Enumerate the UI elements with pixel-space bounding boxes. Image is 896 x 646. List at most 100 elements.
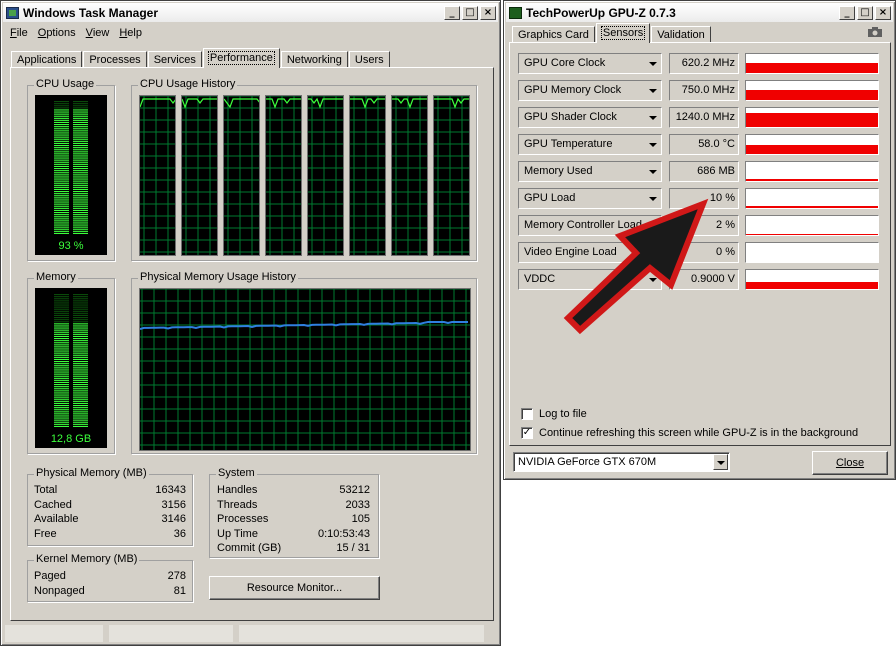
gpu-select-dropdown-button[interactable] — [713, 454, 728, 470]
log-to-file-checkbox[interactable] — [521, 408, 533, 420]
sensor-value: 58.0 °C — [669, 134, 739, 155]
sensor-name-dropdown[interactable]: Memory Used — [518, 161, 662, 182]
tab-networking[interactable]: Networking — [280, 51, 348, 68]
cpu-history-label: CPU Usage History — [138, 78, 238, 90]
sensor-name-dropdown[interactable]: Video Engine Load — [518, 242, 662, 263]
minimize-button[interactable]: _ — [444, 5, 460, 20]
status-field-memory — [239, 625, 484, 642]
sensor-value: 1240.0 MHz — [669, 107, 739, 128]
kernel-memory-label: Kernel Memory (MB) — [34, 553, 140, 565]
sensor-name-dropdown[interactable]: GPU Core Clock — [518, 53, 662, 74]
tab-sensors[interactable]: Sensors — [595, 23, 651, 43]
gpuz-maximize-button[interactable]: □ — [857, 5, 873, 20]
tab-validation[interactable]: Validation — [651, 26, 711, 43]
sensor-value: 620.2 MHz — [669, 53, 739, 74]
chevron-down-icon — [717, 461, 725, 465]
sensor-graph — [745, 242, 879, 263]
cpu-core-graph — [181, 95, 219, 257]
resource-monitor-button[interactable]: Resource Monitor... — [209, 576, 380, 600]
continue-refresh-label: Continue refreshing this screen while GP… — [539, 427, 859, 439]
sensor-value: 0 % — [669, 242, 739, 263]
cpu-usage-meter: 93 % — [35, 95, 107, 255]
gpu-select[interactable]: NVIDIA GeForce GTX 670M — [513, 452, 730, 472]
camera-icon[interactable] — [867, 26, 883, 37]
cpu-core-graph — [265, 95, 303, 257]
sensor-value: 0.9000 V — [669, 269, 739, 290]
close-app-button[interactable]: Close — [812, 451, 888, 475]
sensor-name-dropdown[interactable]: GPU Load — [518, 188, 662, 209]
physical-memory-label: Physical Memory (MB) — [34, 467, 149, 479]
sensor-graph-fill — [746, 90, 878, 100]
sensor-name: Memory Controller Load — [524, 219, 642, 231]
menu-help[interactable]: Help — [114, 25, 147, 42]
tab-performance[interactable]: Performance — [202, 48, 280, 68]
task-manager-titlebar[interactable]: Windows Task Manager _ □ × — [3, 3, 498, 22]
menu-file[interactable]: File — [5, 25, 33, 42]
chevron-down-icon — [649, 116, 657, 120]
stat-free: Free 36 — [34, 528, 186, 540]
cpu-core-graph — [433, 95, 471, 257]
sensor-value: 686 MB — [669, 161, 739, 182]
menu-options[interactable]: Options — [33, 25, 81, 42]
sensor-graph-fill — [746, 282, 878, 289]
continue-refresh-checkbox[interactable]: ✓ — [521, 427, 533, 439]
status-field-cpu — [109, 625, 233, 642]
cpu-core-graph — [139, 95, 177, 257]
sensor-value: 2 % — [669, 215, 739, 236]
close-button[interactable]: × — [480, 5, 496, 20]
cpu-core-graph — [391, 95, 429, 257]
sensor-graph-fill — [746, 113, 878, 127]
status-field-processes — [5, 625, 103, 642]
gpuz-close-button[interactable]: × — [875, 5, 891, 20]
sensor-name: Memory Used — [524, 165, 593, 177]
memory-meter: 12,8 GB — [35, 288, 107, 448]
menu-view[interactable]: View — [81, 25, 115, 42]
status-bar — [5, 625, 496, 642]
sensor-name: GPU Load — [524, 192, 576, 204]
maximize-button[interactable]: □ — [462, 5, 478, 20]
chevron-down-icon — [649, 224, 657, 228]
gpuz-titlebar[interactable]: TechPowerUp GPU-Z 0.7.3 _ □ × — [506, 3, 893, 22]
tab-graphics-card[interactable]: Graphics Card — [512, 26, 595, 43]
gpuz-tabs: Graphics Card Sensors Validation — [512, 23, 712, 43]
sensor-name: GPU Core Clock — [524, 57, 606, 69]
sensor-name-dropdown[interactable]: GPU Temperature — [518, 134, 662, 155]
sensor-name-dropdown[interactable]: GPU Shader Clock — [518, 107, 662, 128]
sensor-name-dropdown[interactable]: VDDC — [518, 269, 662, 290]
sensor-value: 750.0 MHz — [669, 80, 739, 101]
cpu-usage-value: 93 % — [58, 240, 84, 252]
menu-bar: File Options View Help — [5, 25, 147, 42]
gpuz-minimize-button[interactable]: _ — [839, 5, 855, 20]
stat-handles: Handles 53212 — [217, 484, 370, 496]
stat-total: Total 16343 — [34, 484, 186, 496]
sensor-graph-fill — [746, 145, 878, 154]
chevron-down-icon — [649, 62, 657, 66]
sensor-graph — [745, 188, 879, 209]
chevron-down-icon — [649, 251, 657, 255]
sensor-name-dropdown[interactable]: GPU Memory Clock — [518, 80, 662, 101]
sensor-name-dropdown[interactable]: Memory Controller Load — [518, 215, 662, 236]
sensor-graph — [745, 134, 879, 155]
sensor-graph — [745, 80, 879, 101]
tab-applications[interactable]: Applications — [11, 51, 83, 68]
chevron-down-icon — [649, 170, 657, 174]
tab-processes[interactable]: Processes — [83, 51, 147, 68]
cpu-history-graphs — [139, 95, 471, 257]
gpu-select-value: NVIDIA GeForce GTX 670M — [518, 456, 657, 468]
tab-users[interactable]: Users — [348, 51, 390, 68]
chevron-down-icon — [649, 197, 657, 201]
stat-nonpaged: Nonpaged 81 — [34, 585, 186, 597]
memory-label: Memory — [34, 271, 78, 283]
cpu-core-graph — [223, 95, 261, 257]
stat-uptime: Up Time 0:10:53:43 — [217, 528, 370, 540]
sensor-graph — [745, 269, 879, 290]
tab-services[interactable]: Services — [147, 51, 202, 68]
stat-processes: Processes 105 — [217, 513, 370, 525]
sensor-graph-fill — [746, 179, 878, 181]
task-manager-icon — [6, 6, 19, 19]
cpu-usage-label: CPU Usage — [34, 78, 97, 90]
gpuz-icon — [509, 6, 522, 19]
cpu-core-graph — [307, 95, 345, 257]
sensor-name: GPU Memory Clock — [524, 84, 622, 96]
stat-commit: Commit (GB) 15 / 31 — [217, 542, 370, 554]
